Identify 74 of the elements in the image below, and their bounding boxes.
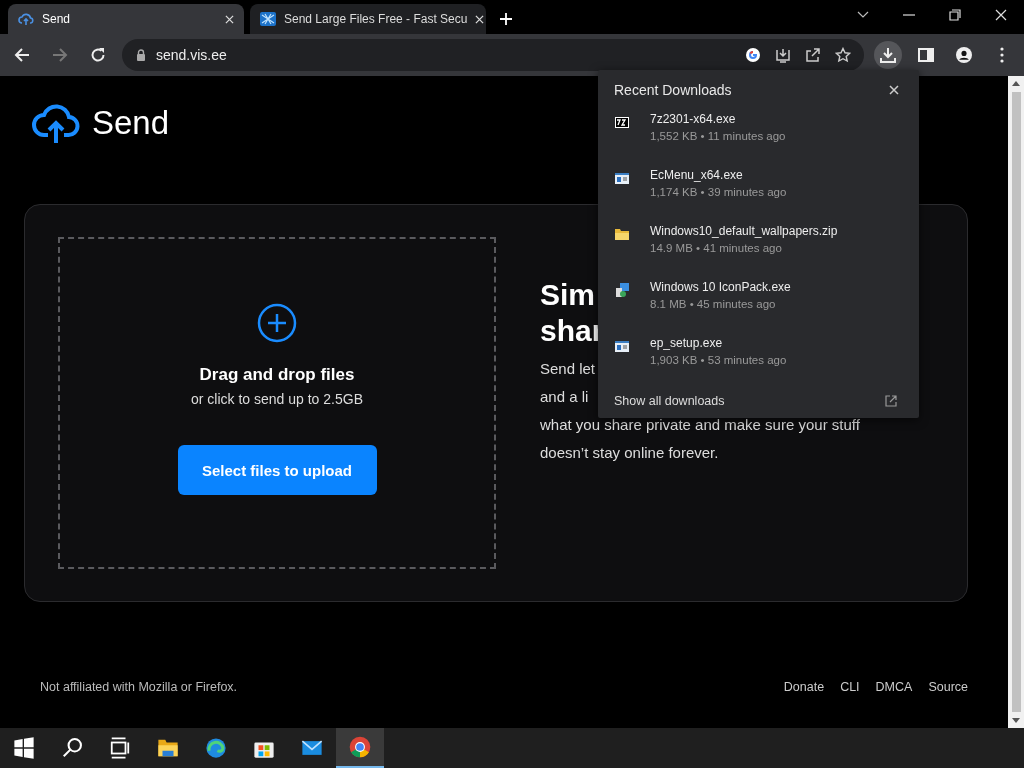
reload-icon[interactable] xyxy=(90,47,106,63)
back-arrow-icon[interactable] xyxy=(14,47,30,63)
cloud-upload-icon xyxy=(32,102,80,144)
file-details: 8.1 MB • 45 minutes ago xyxy=(650,298,777,310)
circle-logo-icon xyxy=(349,736,371,758)
close-icon[interactable] xyxy=(225,14,234,24)
taskbar-button[interactable] xyxy=(336,728,384,768)
add-circle-icon[interactable] xyxy=(257,303,297,343)
install-icon[interactable] xyxy=(775,47,791,63)
side-panel-icon[interactable] xyxy=(918,47,934,63)
close-icon[interactable] xyxy=(475,14,485,24)
footer-link[interactable]: Donate xyxy=(783,680,825,694)
select-files-button[interactable]: Select files to upload xyxy=(177,445,377,495)
restore-icon[interactable] xyxy=(949,9,961,21)
folder-icon xyxy=(157,737,179,759)
download-item[interactable]: 7z2301-x64.exe 1,552 KB • 11 minutes ago xyxy=(614,112,903,168)
close-icon[interactable] xyxy=(995,9,1007,21)
folder-icon xyxy=(614,226,630,242)
search-icon xyxy=(61,737,83,759)
download-button[interactable] xyxy=(874,41,902,69)
star-icon[interactable] xyxy=(835,47,851,63)
download-icon xyxy=(880,47,896,63)
description-text: doesn’t stay online forever. xyxy=(540,443,719,463)
popup-title: Recent Downloads xyxy=(614,82,732,98)
file-details: 1,903 KB • 53 minutes ago xyxy=(650,354,787,366)
file-name: Windows 10 IconPack.exe xyxy=(650,280,791,294)
cloud-icon xyxy=(18,11,34,27)
file-name: EcMenu_x64.exe xyxy=(650,168,744,182)
start-icon xyxy=(13,737,35,759)
share-icon[interactable] xyxy=(805,47,821,63)
window-file-icon xyxy=(614,338,630,354)
new-tab-icon[interactable] xyxy=(500,13,512,25)
external-link-icon[interactable] xyxy=(885,395,897,407)
description-text: and a li xyxy=(540,387,589,407)
window-file-icon xyxy=(614,170,630,186)
file-details: 14.9 MB • 41 minutes ago xyxy=(650,242,783,254)
heading-text: shar xyxy=(540,313,604,349)
address-bar[interactable]: send.vis.ee xyxy=(122,39,864,71)
drop-subtitle: or click to send up to 2.5GB xyxy=(191,391,363,407)
download-item[interactable]: EcMenu_x64.exe 1,174 KB • 39 minutes ago xyxy=(614,168,903,224)
lock-icon xyxy=(136,49,146,61)
drop-zone[interactable]: Drag and drop files or click to send up to 2.5GB Select files to upload xyxy=(58,237,496,569)
show-all-downloads-link[interactable]: Show all downloads xyxy=(614,394,725,408)
browser-tab[interactable]: Send Large Files Free - Fast Secu xyxy=(250,4,486,34)
scrollbar[interactable] xyxy=(1008,76,1024,728)
footer-link[interactable]: CLI xyxy=(840,680,860,694)
download-item[interactable]: ep_setup.exe 1,903 KB • 53 minutes ago xyxy=(614,336,903,392)
download-item[interactable]: Windows10_default_wallpapers.zip 14.9 MB • 41 minutes ago xyxy=(614,224,903,280)
browser-tab[interactable]: Send xyxy=(8,4,244,34)
file-icon xyxy=(614,114,630,130)
scroll-down-icon[interactable] xyxy=(1012,718,1020,724)
footer-link[interactable]: DMCA xyxy=(875,680,913,694)
scroll-up-icon[interactable] xyxy=(1012,80,1020,86)
file-name: Windows10_default_wallpapers.zip xyxy=(650,224,838,238)
file-name: ep_setup.exe xyxy=(650,336,724,350)
swirl-circle-icon xyxy=(205,737,227,759)
footer-note: Not affiliated with Mozilla or Firefox. xyxy=(40,680,238,694)
task-view-icon xyxy=(109,737,131,759)
forward-arrow-icon[interactable] xyxy=(52,47,68,63)
file-name: 7z2301-x64.exe xyxy=(650,112,737,126)
profile-icon[interactable] xyxy=(956,47,972,63)
close-icon[interactable] xyxy=(889,85,899,95)
download-item[interactable]: Windows 10 IconPack.exe 8.1 MB • 45 minutes ago xyxy=(614,280,903,336)
heading-text: Sim xyxy=(540,277,596,313)
file-details: 1,174 KB • 39 minutes ago xyxy=(650,186,787,198)
google-icon[interactable] xyxy=(745,47,761,63)
crosshatch-icon xyxy=(260,11,276,27)
description-text: what you share private and make sure your stuff xyxy=(540,415,860,435)
site-logo[interactable]: Send xyxy=(92,104,170,142)
footer-link[interactable]: Source xyxy=(928,680,968,694)
drop-title: Drag and drop files xyxy=(199,365,355,385)
installer-icon xyxy=(614,282,630,298)
file-details: 1,552 KB • 11 minutes ago xyxy=(650,130,786,142)
description-text: Send let xyxy=(540,359,596,379)
